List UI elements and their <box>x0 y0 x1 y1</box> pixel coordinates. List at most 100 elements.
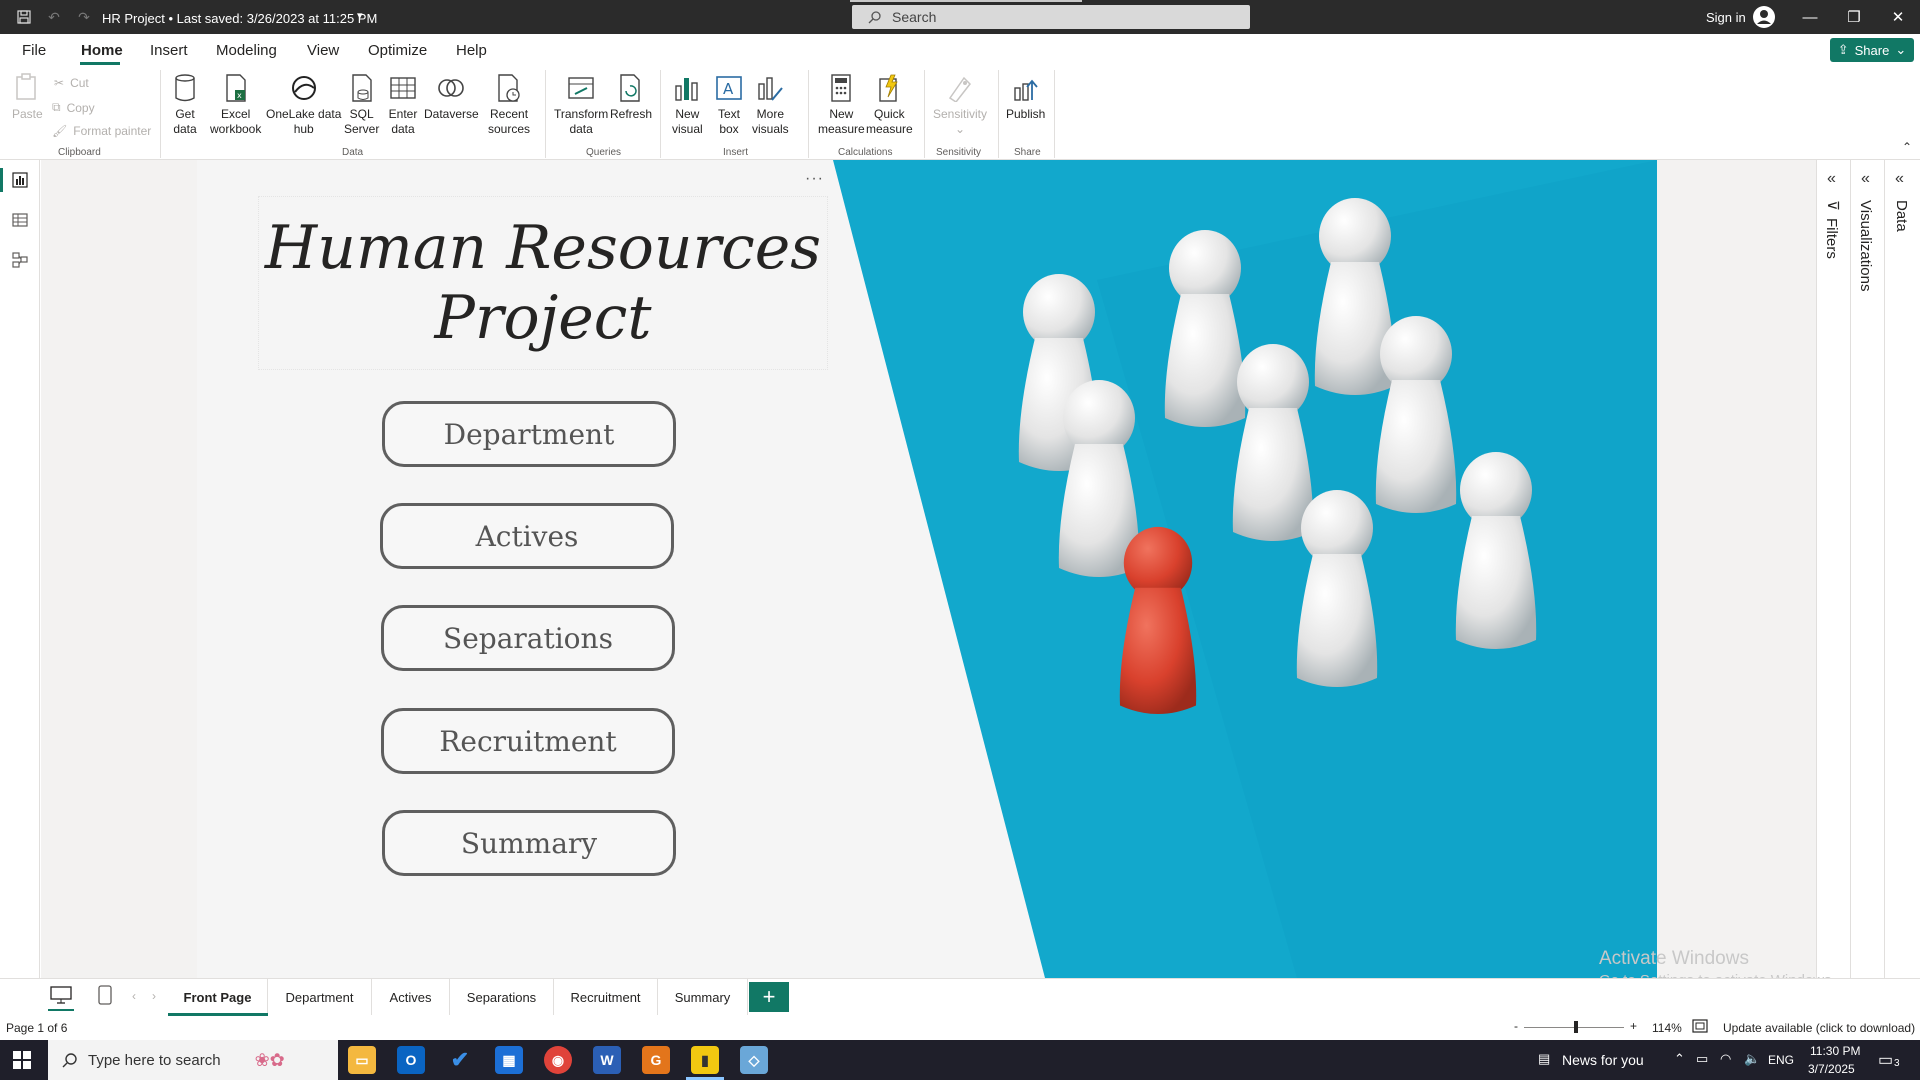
close-icon[interactable]: ✕ <box>1876 4 1920 30</box>
sensitivity-button[interactable]: Sensitivity ⌄ <box>933 72 987 137</box>
enter-data-button[interactable]: Enter data <box>388 72 418 137</box>
new-measure-button[interactable]: New measure <box>818 72 865 137</box>
new-visual-button[interactable]: New visual <box>672 72 703 137</box>
model-view-icon[interactable] <box>10 250 30 270</box>
filters-pane[interactable]: « ⊽ Filters <box>1816 160 1850 978</box>
chrome-icon[interactable]: ◉ <box>544 1046 572 1074</box>
table-view-icon[interactable] <box>10 210 30 230</box>
excel-workbook-button[interactable]: x Excel workbook <box>210 72 261 137</box>
calendar-icon[interactable]: ▦ <box>495 1046 523 1074</box>
next-page-icon[interactable]: › <box>152 989 156 1003</box>
clock-date[interactable]: 3/7/2025 <box>1808 1062 1855 1076</box>
format-painter-button[interactable]: 🖌 Format painter <box>52 124 151 138</box>
tray-chevron-icon[interactable]: ⌃ <box>1674 1051 1685 1067</box>
fit-to-page-icon[interactable] <box>1692 1019 1708 1036</box>
separations-button[interactable]: Separations <box>381 605 675 671</box>
divider <box>998 70 999 158</box>
todo-icon[interactable]: ✔ <box>446 1046 474 1074</box>
news-icon[interactable]: ▤ <box>1538 1051 1550 1067</box>
avatar[interactable] <box>1753 6 1775 28</box>
file-explorer-icon[interactable]: ▭ <box>348 1046 376 1074</box>
quick-measure-button[interactable]: Quick measure <box>866 72 913 137</box>
update-available-link[interactable]: Update available (click to download) <box>1723 1021 1915 1035</box>
zoom-out-button[interactable]: - <box>1514 1019 1518 1033</box>
word-icon[interactable]: W <box>593 1046 621 1074</box>
zoom-slider-thumb[interactable] <box>1574 1021 1578 1033</box>
save-icon[interactable] <box>13 6 35 28</box>
news-label[interactable]: News for you <box>1562 1052 1644 1068</box>
text-box-button[interactable]: A Text box <box>714 72 744 137</box>
chevron-down-icon: ⌄ <box>1895 42 1907 57</box>
search-input[interactable]: Search <box>852 5 1250 29</box>
tab-help[interactable]: Help <box>456 42 487 59</box>
clock-time[interactable]: 11:30 PM <box>1810 1044 1860 1058</box>
department-button[interactable]: Department <box>382 401 676 467</box>
expand-visualizations-icon[interactable]: « <box>1861 170 1870 188</box>
dataverse-button[interactable]: Dataverse <box>424 72 479 122</box>
cut-button[interactable]: ✂ Cut <box>54 76 89 90</box>
tab-insert[interactable]: Insert <box>150 42 188 59</box>
page-tab-department[interactable]: Department <box>268 979 372 1015</box>
collapse-ribbon-icon[interactable]: ⌃ <box>1902 140 1912 154</box>
zoom-in-button[interactable]: + <box>1630 1019 1637 1033</box>
desktop-layout-icon[interactable] <box>50 985 72 1010</box>
tab-view[interactable]: View <box>307 42 339 59</box>
page-tab-separations[interactable]: Separations <box>450 979 554 1015</box>
title-dropdown-icon[interactable]: ▾ <box>357 9 363 22</box>
undo-icon[interactable]: ↶ <box>43 6 65 28</box>
paste-button[interactable]: Paste <box>12 72 43 122</box>
page-tab-front-page[interactable]: Front Page <box>168 979 268 1015</box>
onelake-button[interactable]: OneLake data hub <box>266 72 341 137</box>
sql-server-button[interactable]: SQL Server <box>344 72 379 137</box>
redo-icon[interactable]: ↷ <box>73 6 95 28</box>
windows-start-icon[interactable] <box>13 1051 31 1074</box>
taskbar-search-input[interactable]: Type here to search ❀✿ <box>48 1040 338 1080</box>
power-bi-icon[interactable]: ▮ <box>691 1046 719 1074</box>
active-layout-indicator <box>48 1009 74 1011</box>
transform-data-button[interactable]: Transform data <box>554 72 608 137</box>
data-pane[interactable]: « Data <box>1884 160 1920 978</box>
slides-icon[interactable]: G <box>642 1046 670 1074</box>
add-page-button[interactable]: + <box>749 982 789 1012</box>
battery-icon[interactable]: ▭ <box>1696 1051 1708 1067</box>
actives-button[interactable]: Actives <box>380 503 674 569</box>
notification-icon[interactable]: ▭ <box>1878 1050 1893 1070</box>
divider <box>545 70 546 158</box>
recent-sources-button[interactable]: Recent sources <box>488 72 530 137</box>
get-data-button[interactable]: Get data <box>170 72 200 137</box>
copy-button[interactable]: ⧉ Copy <box>52 100 95 115</box>
more-visuals-button[interactable]: More visuals <box>752 72 789 137</box>
outlook-icon[interactable]: O <box>397 1046 425 1074</box>
visualizations-pane[interactable]: « Visualizations <box>1850 160 1884 978</box>
app-icon[interactable]: ◇ <box>740 1046 768 1074</box>
page-tab-actives[interactable]: Actives <box>372 979 450 1015</box>
expand-data-icon[interactable]: « <box>1895 170 1904 188</box>
paste-icon <box>12 72 42 104</box>
wifi-icon[interactable]: ◠ <box>1720 1051 1731 1067</box>
sign-in-link[interactable]: Sign in <box>1706 10 1746 25</box>
page-tab-recruitment[interactable]: Recruitment <box>554 979 658 1015</box>
restore-icon[interactable]: ❐ <box>1832 4 1876 30</box>
tab-modeling[interactable]: Modeling <box>216 42 277 59</box>
minimize-icon[interactable]: — <box>1788 4 1832 30</box>
publish-button[interactable]: Publish <box>1006 72 1045 122</box>
text-box-label-2: box <box>719 122 739 136</box>
share-button[interactable]: ⇪ Share ⌄ <box>1830 38 1914 62</box>
volume-icon[interactable]: 🔈 <box>1744 1051 1760 1067</box>
expand-filters-icon[interactable]: « <box>1827 170 1836 188</box>
refresh-button[interactable]: Refresh <box>610 72 652 122</box>
page-tab-summary[interactable]: Summary <box>658 979 748 1015</box>
more-options-icon[interactable]: ··· <box>805 170 824 188</box>
tab-home[interactable]: Home <box>81 42 123 59</box>
ribbon: Paste ✂ Cut ⧉ Copy 🖌 Format painter Clipboa… <box>0 66 1920 160</box>
tab-optimize[interactable]: Optimize <box>368 42 427 59</box>
report-view-icon[interactable] <box>10 170 30 190</box>
mobile-layout-icon[interactable] <box>98 985 112 1010</box>
previous-page-icon[interactable]: ‹ <box>132 989 136 1003</box>
summary-button[interactable]: Summary <box>382 810 676 876</box>
language-indicator[interactable]: ENG <box>1768 1053 1794 1067</box>
taskbar-search-placeholder: Type here to search <box>88 1051 221 1069</box>
report-title[interactable]: Human Resources Project <box>258 196 828 370</box>
tab-file[interactable]: File <box>22 42 46 59</box>
recruitment-button[interactable]: Recruitment <box>381 708 675 774</box>
